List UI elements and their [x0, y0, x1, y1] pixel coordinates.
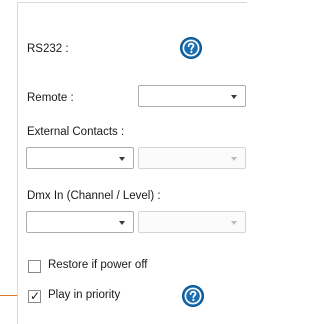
checkmark-icon: ✓ [30, 289, 41, 303]
play-in-priority-checkbox[interactable]: ✓ [28, 289, 41, 303]
chevron-down-icon [231, 221, 237, 225]
rs232-help-icon[interactable] [180, 37, 202, 59]
dmx-level-dropdown[interactable] [138, 211, 246, 233]
chevron-down-icon [119, 221, 125, 225]
external-contacts-dropdown-2[interactable] [138, 147, 246, 169]
play-in-priority-label: Play in priority [48, 289, 121, 301]
dmx-channel-dropdown[interactable] [26, 211, 134, 233]
restore-if-power-off-label: Restore if power off [48, 259, 148, 271]
restore-if-power-off-checkbox[interactable] [28, 260, 41, 273]
remote-label: Remote : [27, 92, 74, 104]
external-contacts-label: External Contacts : [27, 126, 125, 138]
settings-panel: RS232 : Remote : External Contacts : Dmx… [17, 2, 247, 324]
remote-dropdown[interactable] [138, 85, 246, 107]
dmx-in-label: Dmx In (Channel / Level) : [27, 190, 161, 202]
external-contacts-dropdown-1[interactable] [26, 147, 134, 169]
chevron-down-icon [119, 157, 125, 161]
play-in-priority-help-icon[interactable] [182, 285, 204, 307]
rs232-label: RS232 : [27, 43, 69, 55]
chevron-down-icon [231, 95, 237, 99]
chevron-down-icon [231, 157, 237, 161]
